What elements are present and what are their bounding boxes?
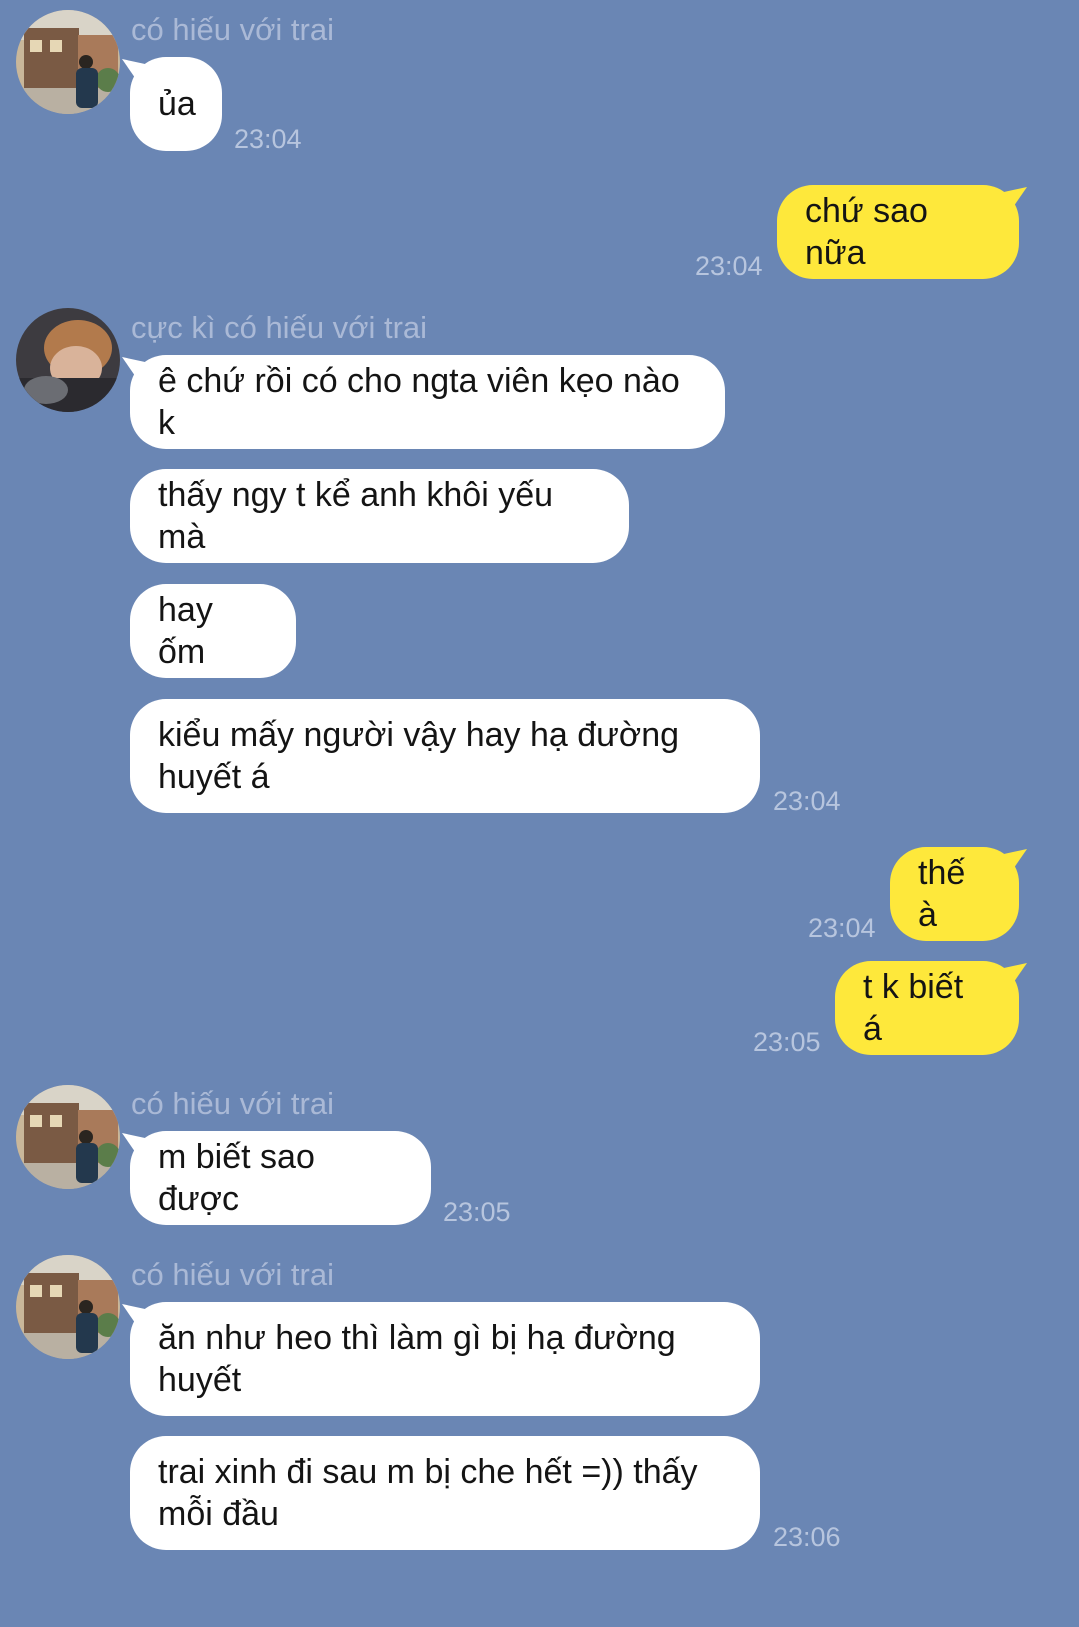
- message-text: hay ốm: [158, 591, 213, 671]
- message-text: ăn như heo thì làm gì bị hạ đường huyết: [158, 1319, 676, 1399]
- message-time: 23:04: [808, 913, 876, 943]
- message-time: 23:04: [773, 786, 841, 816]
- message-time: 23:05: [753, 1027, 821, 1057]
- message-time: 23:04: [234, 124, 302, 154]
- sender-name: có hiếu với trai: [131, 1086, 334, 1121]
- message-time: 23:04: [695, 251, 763, 281]
- message-bubble[interactable]: ê chứ rồi có cho ngta viên kẹo nào k: [130, 355, 725, 449]
- sender-name: có hiếu với trai: [131, 1257, 334, 1292]
- message-text: ủa: [158, 85, 196, 123]
- avatar-street-photo[interactable]: [16, 10, 120, 114]
- message-text: chứ sao nữa: [805, 192, 928, 272]
- message-time: 23:06: [773, 1522, 841, 1552]
- message-text: kiểu mấy người vậy hay hạ đường huyết á: [158, 716, 680, 796]
- sender-name: có hiếu với trai: [131, 12, 334, 47]
- message-bubble[interactable]: ăn như heo thì làm gì bị hạ đường huyết: [130, 1302, 760, 1416]
- message-bubble[interactable]: trai xinh đi sau m bị che hết =)) thấy m…: [130, 1436, 760, 1550]
- message-text: thế à: [918, 854, 966, 934]
- avatar-street-photo[interactable]: [16, 1255, 120, 1359]
- avatar-portrait-photo[interactable]: [16, 308, 120, 412]
- message-bubble[interactable]: thế à: [890, 847, 1019, 941]
- message-bubble[interactable]: chứ sao nữa: [777, 185, 1019, 279]
- sender-name: cực kì có hiếu với trai: [131, 310, 428, 345]
- message-text: trai xinh đi sau m bị che hết =)) thấy m…: [158, 1453, 698, 1533]
- message-bubble[interactable]: kiểu mấy người vậy hay hạ đường huyết á: [130, 699, 760, 813]
- avatar-street-photo[interactable]: [16, 1085, 120, 1189]
- message-time: 23:05: [443, 1197, 511, 1227]
- message-text: ê chứ rồi có cho ngta viên kẹo nào k: [158, 362, 680, 442]
- message-text: t k biết á: [863, 968, 964, 1048]
- message-bubble[interactable]: ủa: [130, 57, 222, 151]
- message-bubble[interactable]: thấy ngy t kể anh khôi yếu mà: [130, 469, 629, 563]
- message-bubble[interactable]: m biết sao được: [130, 1131, 431, 1225]
- message-bubble[interactable]: hay ốm: [130, 584, 296, 678]
- message-bubble[interactable]: t k biết á: [835, 961, 1019, 1055]
- message-text: m biết sao được: [158, 1138, 315, 1218]
- message-text: thấy ngy t kể anh khôi yếu mà: [158, 476, 554, 556]
